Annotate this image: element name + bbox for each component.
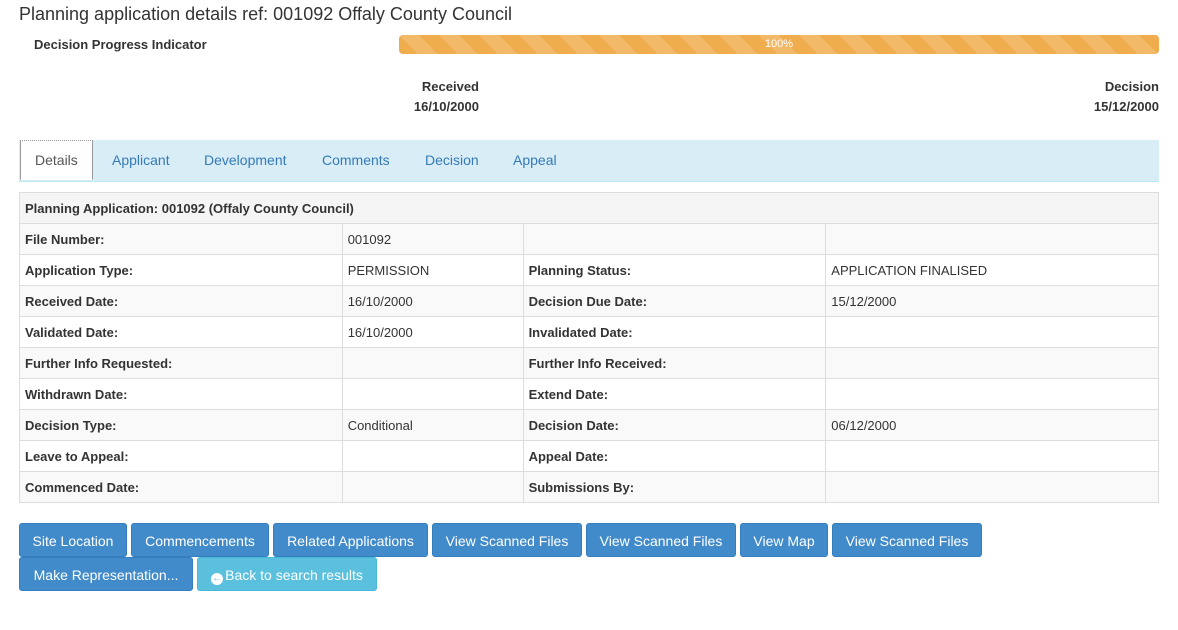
view-scanned-files-button[interactable]: View Scanned Files <box>586 523 736 557</box>
field-label: Planning Status: <box>522 254 827 286</box>
tab-applicant[interactable]: Applicant <box>112 140 170 181</box>
field-label: Further Info Received: <box>522 347 827 379</box>
progress-bar: 100% <box>399 35 1159 54</box>
details-table: Planning Application: 001092 (Offaly Cou… <box>19 192 1159 503</box>
field-label: Validated Date: <box>19 316 343 348</box>
progress-label: Decision Progress Indicator <box>34 37 207 52</box>
table-header-row: Planning Application: 001092 (Offaly Cou… <box>19 192 1159 224</box>
table-row: Commenced Date: Submissions By: <box>19 471 1159 503</box>
milestone-decision-date: 15/12/2000 <box>1093 99 1159 114</box>
tab-decision[interactable]: Decision <box>425 140 479 181</box>
progress-bar-fill: 100% <box>399 35 1159 54</box>
tab-appeal[interactable]: Appeal <box>513 140 557 181</box>
tab-comments[interactable]: Comments <box>322 140 390 181</box>
view-scanned-files-button[interactable]: View Scanned Files <box>832 523 982 557</box>
field-value: APPLICATION FINALISED <box>825 254 1159 286</box>
commencements-button[interactable]: Commencements <box>131 523 269 557</box>
milestone-received: Received 16/10/2000 <box>380 77 479 117</box>
field-value <box>825 316 1159 348</box>
field-value <box>341 471 524 503</box>
field-label: Further Info Requested: <box>19 347 343 379</box>
field-label: Leave to Appeal: <box>19 440 343 472</box>
table-row: Decision Type: Conditional Decision Date: 0… <box>19 409 1159 441</box>
field-label: Decision Date: <box>522 409 827 441</box>
details-heading: Planning Application: 001092 (Offaly Cou… <box>19 192 1159 224</box>
milestone-decision-label: Decision <box>1104 79 1159 94</box>
table-row: Received Date: 16/10/2000 Decision Due Dat… <box>19 285 1159 317</box>
field-value: 16/10/2000 <box>341 285 524 317</box>
field-label: Invalidated Date: <box>522 316 827 348</box>
field-label <box>522 223 827 255</box>
field-label: File Number: <box>19 223 343 255</box>
view-map-button[interactable]: View Map <box>740 523 828 557</box>
field-label: Application Type: <box>19 254 343 286</box>
field-value <box>825 223 1159 255</box>
table-row: Application Type: PERMISSION Planning Stat… <box>19 254 1159 286</box>
field-value <box>341 440 524 472</box>
field-label: Appeal Date: <box>522 440 827 472</box>
tab-bar: Details Applicant Development Comments D… <box>19 140 1159 182</box>
page-title: Planning application details ref: 001092… <box>19 4 512 24</box>
field-label: Commenced Date: <box>19 471 343 503</box>
field-label: Decision Due Date: <box>522 285 827 317</box>
view-scanned-files-button[interactable]: View Scanned Files <box>432 523 582 557</box>
field-value <box>825 471 1159 503</box>
back-to-search-results-label: Back to search results <box>225 567 363 583</box>
back-to-search-results-button[interactable]: ← Back to search results <box>197 557 377 591</box>
field-label: Received Date: <box>19 285 343 317</box>
field-value: 06/12/2000 <box>825 409 1159 441</box>
field-label: Submissions By: <box>522 471 827 503</box>
milestone-received-label: Received <box>421 79 479 94</box>
field-label: Decision Type: <box>19 409 343 441</box>
tab-details[interactable]: Details <box>20 140 93 180</box>
field-value: Conditional <box>341 409 524 441</box>
site-location-button[interactable]: Site Location <box>19 523 127 557</box>
tab-development[interactable]: Development <box>204 140 287 181</box>
field-label: Withdrawn Date: <box>19 378 343 410</box>
field-value <box>825 347 1159 379</box>
milestone-decision: Decision 15/12/2000 <box>1040 77 1159 117</box>
related-applications-button[interactable]: Related Applications <box>273 523 428 557</box>
field-value: 15/12/2000 <box>825 285 1159 317</box>
table-row: File Number: 001092 <box>19 223 1159 255</box>
arrow-left-circle-icon: ← <box>211 573 224 585</box>
table-row: Leave to Appeal: Appeal Date: <box>19 440 1159 472</box>
table-row: Withdrawn Date: Extend Date: <box>19 378 1159 410</box>
field-label: Extend Date: <box>522 378 827 410</box>
field-value: 001092 <box>341 223 524 255</box>
table-row: Validated Date: 16/10/2000 Invalidated Dat… <box>19 316 1159 348</box>
table-row: Further Info Requested: Further Info Rece… <box>19 347 1159 379</box>
milestone-received-date: 16/10/2000 <box>413 99 479 114</box>
make-representation-button[interactable]: Make Representation... <box>19 557 193 591</box>
field-value <box>341 347 524 379</box>
field-value: PERMISSION <box>341 254 524 286</box>
field-value: 16/10/2000 <box>341 316 524 348</box>
field-value <box>341 378 524 410</box>
field-value <box>825 440 1159 472</box>
field-value <box>825 378 1159 410</box>
